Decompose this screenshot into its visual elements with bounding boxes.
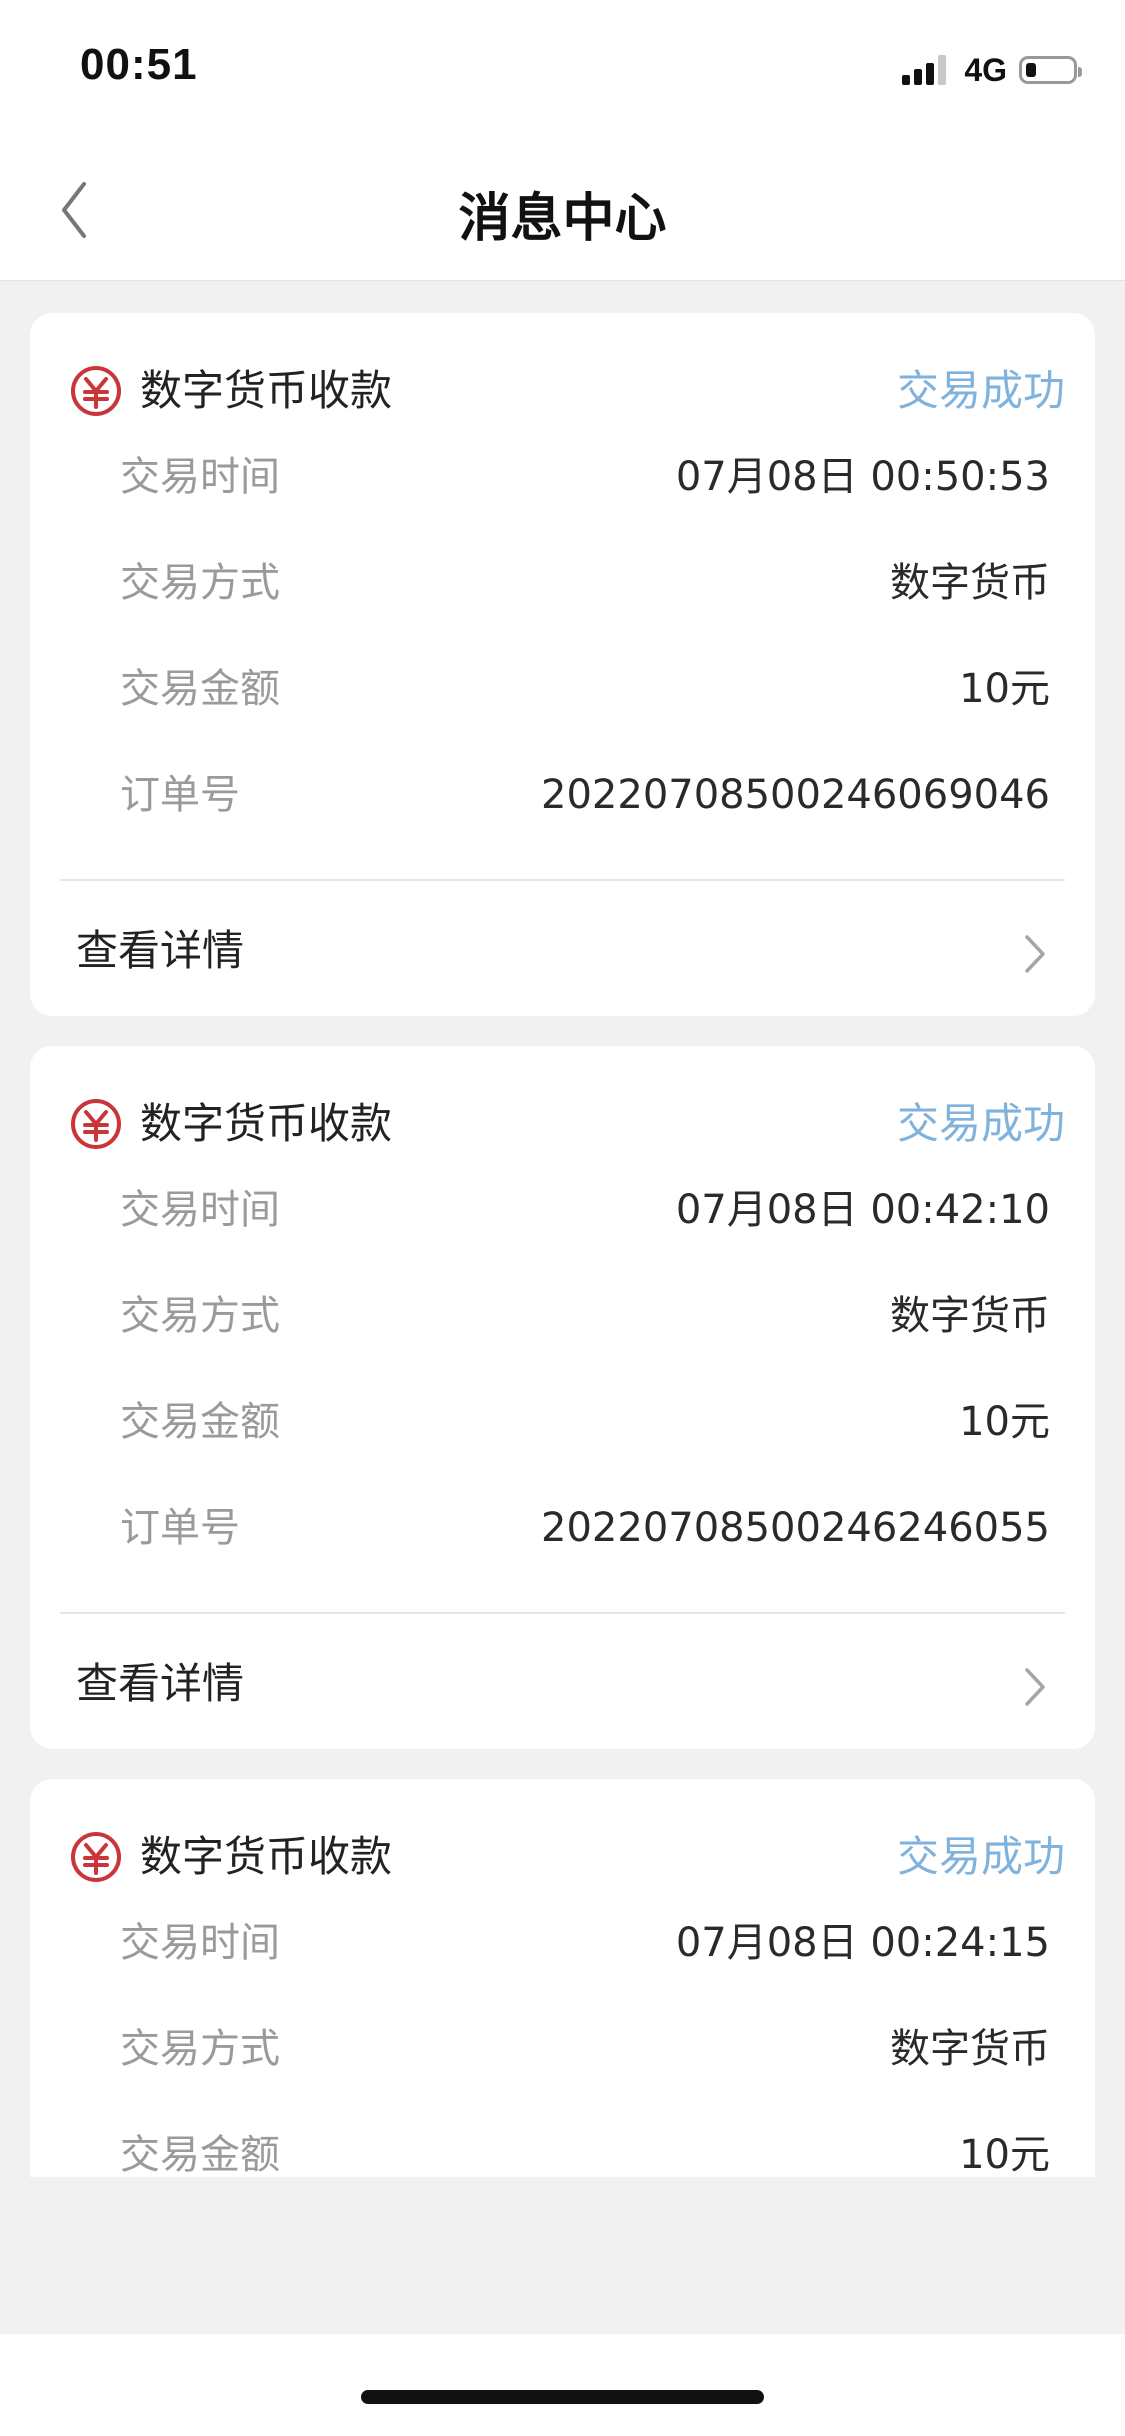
digital-rmb-icon — [71, 366, 121, 416]
info-row-time: 交易时间 07月08日 00:42:10 — [120, 1182, 1050, 1238]
row-value: 07月08日 00:42:10 — [675, 1187, 1050, 1233]
row-value: 07月08日 00:24:15 — [675, 1920, 1050, 1966]
row-label: 交易金额 — [120, 1399, 280, 1445]
info-row-method: 交易方式 数字货币 — [120, 1288, 1050, 1344]
row-value: 10元 — [959, 666, 1050, 712]
digital-rmb-icon — [71, 1099, 121, 1149]
info-row-time: 交易时间 07月08日 00:24:15 — [120, 1915, 1050, 1971]
page-title: 消息中心 — [458, 189, 667, 249]
status-time: 00:51 — [80, 40, 198, 89]
info-row-method: 交易方式 数字货币 — [120, 2021, 1050, 2077]
signal-icon — [902, 55, 950, 85]
message-list[interactable]: 数字货币收款 交易成功 交易时间 07月08日 00:50:53 交易方式 数字… — [0, 281, 1125, 2177]
view-details-button[interactable]: 查看详情 — [30, 1624, 1095, 1744]
row-label: 交易时间 — [120, 1187, 280, 1233]
card-header: 数字货币收款 交易成功 — [70, 361, 1065, 421]
divider — [60, 879, 1065, 881]
row-label: 订单号 — [120, 772, 240, 818]
row-label: 交易方式 — [120, 2026, 280, 2072]
row-label: 订单号 — [120, 1505, 240, 1551]
info-row-amount: 交易金额 10元 — [120, 661, 1050, 717]
row-value: 数字货币 — [890, 2026, 1050, 2072]
status-badge: 交易成功 — [896, 1099, 1065, 1148]
card-title: 数字货币收款 — [140, 1099, 393, 1148]
row-value: 数字货币 — [890, 1293, 1050, 1339]
status-badge: 交易成功 — [896, 366, 1065, 415]
message-card: 数字货币收款 交易成功 交易时间 07月08日 00:42:10 交易方式 数字… — [30, 1046, 1095, 1749]
card-title: 数字货币收款 — [140, 366, 393, 415]
view-details-label: 查看详情 — [76, 926, 245, 975]
chevron-right-icon — [1025, 1668, 1045, 1706]
network-type: 4G — [964, 51, 1007, 88]
card-header: 数字货币收款 交易成功 — [70, 1094, 1065, 1154]
row-value: 数字货币 — [890, 560, 1050, 606]
row-label: 交易金额 — [120, 2132, 280, 2177]
battery-icon — [1019, 56, 1082, 84]
message-card: 数字货币收款 交易成功 交易时间 07月08日 00:24:15 交易方式 数字… — [30, 1779, 1095, 2177]
row-label: 交易时间 — [120, 454, 280, 500]
info-row-time: 交易时间 07月08日 00:50:53 — [120, 449, 1050, 505]
status-bar: 00:51 4G — [0, 0, 1125, 140]
info-row-order: 订单号 20220708500246069046 — [120, 767, 1050, 823]
row-label: 交易方式 — [120, 560, 280, 606]
chevron-right-icon — [1025, 935, 1045, 973]
navigation-bar: 消息中心 — [0, 140, 1125, 281]
message-card: 数字货币收款 交易成功 交易时间 07月08日 00:50:53 交易方式 数字… — [30, 313, 1095, 1016]
row-value: 07月08日 00:50:53 — [675, 454, 1050, 500]
info-row-amount: 交易金额 10元 — [120, 1394, 1050, 1450]
status-badge: 交易成功 — [896, 1832, 1065, 1881]
info-row-method: 交易方式 数字货币 — [120, 555, 1050, 611]
card-header: 数字货币收款 交易成功 — [70, 1827, 1065, 1887]
divider — [60, 1612, 1065, 1614]
row-value: 20220708500246069046 — [541, 772, 1050, 818]
row-label: 交易方式 — [120, 1293, 280, 1339]
home-bar-area — [0, 2334, 1125, 2436]
row-label: 交易金额 — [120, 666, 280, 712]
digital-rmb-icon — [71, 1832, 121, 1882]
row-value: 20220708500246246055 — [541, 1505, 1050, 1551]
home-indicator[interactable] — [361, 2390, 764, 2404]
row-value: 10元 — [959, 2132, 1050, 2177]
row-value: 10元 — [959, 1399, 1050, 1445]
row-label: 交易时间 — [120, 1920, 280, 1966]
view-details-button[interactable]: 查看详情 — [30, 891, 1095, 1011]
info-row-order: 订单号 20220708500246246055 — [120, 1500, 1050, 1556]
view-details-label: 查看详情 — [76, 1659, 245, 1708]
card-title: 数字货币收款 — [140, 1832, 393, 1881]
status-indicators: 4G — [902, 50, 1082, 90]
info-row-amount: 交易金额 10元 — [120, 2127, 1050, 2177]
